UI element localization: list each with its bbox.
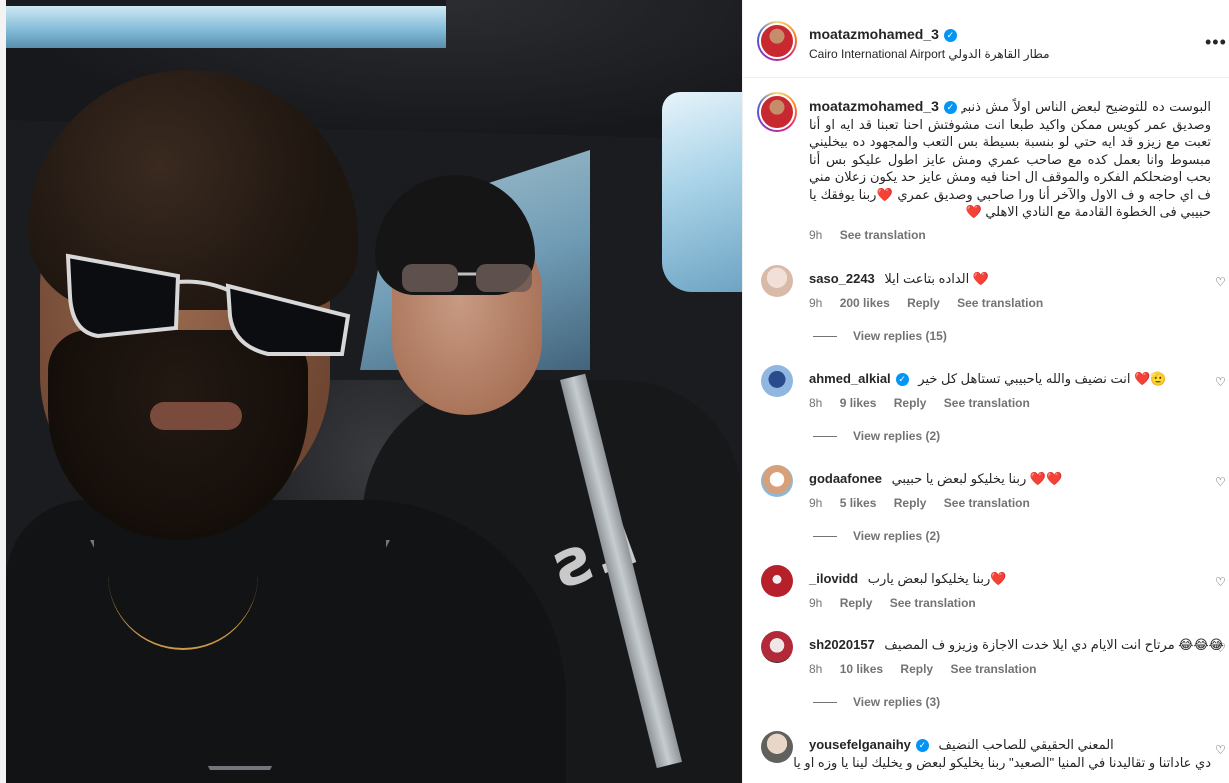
verified-badge-icon: ✓: [943, 28, 957, 42]
post-header: moatazmohamed_3 ✓ Cairo International Air…: [743, 0, 1229, 78]
comment-line: ahmed_alkial ✓ انت نضيف والله ياحبيبي تست…: [809, 371, 1167, 387]
author-username-label[interactable]: moatazmohamed_3: [809, 26, 939, 42]
comment-meta: 9h 200 likes Reply See translation: [809, 296, 1057, 310]
comment-meta: 8h 9 likes Reply See translation: [809, 396, 1044, 410]
comment-meta: 8h 10 likes Reply See translation: [809, 662, 1050, 676]
view-replies-button[interactable]: View replies (15): [813, 329, 947, 343]
caption-username-label[interactable]: moatazmohamed_3: [809, 98, 939, 114]
heart-outline-icon[interactable]: ♡: [1215, 475, 1226, 489]
more-horizontal-icon[interactable]: •••: [1205, 32, 1227, 53]
replies-divider: [813, 436, 837, 438]
comment-likes[interactable]: 200 likes: [840, 296, 890, 310]
comment-reply-button[interactable]: Reply: [907, 296, 940, 310]
comment-likes[interactable]: 10 likes: [840, 662, 883, 676]
comment-text: مرتاح انت الايام دي ايلا خدت الاجازة وزي…: [884, 637, 1224, 652]
heart-outline-icon[interactable]: ♡: [1215, 275, 1226, 289]
caption-see-translation[interactable]: See translation: [840, 228, 926, 242]
comment-see-translation[interactable]: See translation: [890, 596, 976, 610]
comment-reply-button[interactable]: Reply: [840, 596, 873, 610]
view-replies-button[interactable]: View replies (2): [813, 529, 940, 543]
commenter-avatar[interactable]: [761, 265, 793, 297]
caption-body: البوست ده للتوضيح لبعض الناس اولاً مش ذن…: [809, 99, 1211, 219]
comment-username[interactable]: sh2020157: [809, 637, 875, 652]
comment-see-translation[interactable]: See translation: [957, 296, 1043, 310]
comment-line: _ilovidd ربنا يخليكوا لبعض يارب❤️: [809, 571, 1006, 587]
replies-divider: [813, 336, 837, 338]
comment-text: الداده بتاعت ايلا ❤️: [884, 271, 990, 286]
commenter-avatar[interactable]: [761, 565, 793, 597]
comment-text: المعني الحقيقي للصاحب النضيف: [938, 737, 1114, 752]
comment-likes[interactable]: 9 likes: [840, 396, 877, 410]
comment-username[interactable]: _ilovidd: [809, 571, 858, 586]
post-photo[interactable]: ƨ⅃: [0, 0, 742, 783]
comment-likes[interactable]: 5 likes: [840, 496, 877, 510]
caption-text: البوست ده للتوضيح لبعض الناس اولاً مش ذن…: [809, 98, 1211, 221]
verified-badge-icon: ✓: [943, 100, 957, 114]
comment-username[interactable]: godaafonee: [809, 471, 882, 486]
author-avatar[interactable]: [757, 21, 797, 61]
view-replies-label[interactable]: View replies (2): [853, 529, 940, 543]
post-location[interactable]: Cairo International Airport مطار القاهرة…: [809, 47, 1050, 61]
comment-line: godaafonee ربنا يخليكو لبعض يا حبيبي ❤️❤…: [809, 471, 1062, 487]
caption-time: 9h: [809, 228, 823, 242]
person1-sunglasses: [65, 253, 351, 356]
replies-divider: [813, 702, 837, 704]
commenter-avatar[interactable]: [761, 465, 793, 497]
comment-see-translation[interactable]: See translation: [944, 496, 1030, 510]
caption-avatar[interactable]: [757, 92, 797, 132]
caption-meta: 9h See translation: [809, 228, 940, 242]
view-replies-button[interactable]: View replies (3): [813, 695, 940, 709]
commenter-avatar[interactable]: [761, 365, 793, 397]
comment-reply-button[interactable]: Reply: [894, 396, 927, 410]
comment-text: انت نضيف والله ياحبيبي تستاهل كل خير ❤️🫡: [918, 371, 1167, 386]
verified-badge-icon: ✓: [915, 739, 929, 753]
replies-divider: [813, 536, 837, 538]
comment-meta: 9h 5 likes Reply See translation: [809, 496, 1044, 510]
comment-meta: 9h Reply See translation: [809, 596, 990, 610]
comment-text: ربنا يخليكو لبعض يا حبيبي ❤️❤️: [891, 471, 1063, 486]
comment-line: yousefelganaihy ✓ المعني الحقيقي للصاحب ا…: [809, 737, 1114, 753]
heart-outline-icon[interactable]: ♡: [1215, 743, 1226, 757]
comment-username[interactable]: yousefelganaihy: [809, 737, 911, 752]
comment-time: 9h: [809, 496, 823, 510]
car-sunroof: [6, 6, 446, 48]
person2-sunglasses: [402, 264, 532, 292]
comment-time: 9h: [809, 296, 823, 310]
comment-see-translation[interactable]: See translation: [950, 662, 1036, 676]
heart-outline-icon[interactable]: ♡: [1215, 375, 1226, 389]
comment-text-continued: دي عاداتنا و تقاليدنا في المنيا "الصعيد"…: [793, 755, 1211, 770]
commenter-avatar[interactable]: [761, 631, 793, 663]
view-replies-label[interactable]: View replies (2): [853, 429, 940, 443]
person1-lips: [150, 402, 242, 430]
view-replies-label[interactable]: View replies (3): [853, 695, 940, 709]
heart-outline-icon[interactable]: ♡: [1215, 575, 1226, 589]
comment-username[interactable]: ahmed_alkial: [809, 371, 891, 386]
comment-line: saso_2243 الداده بتاعت ايلا ❤️: [809, 271, 989, 287]
view-replies-label[interactable]: View replies (15): [853, 329, 947, 343]
author-username[interactable]: moatazmohamed_3 ✓: [809, 26, 957, 42]
comment-text: ربنا يخليكوا لبعض يارب❤️: [867, 571, 1007, 586]
car-window: [662, 92, 742, 292]
heart-outline-icon[interactable]: ♡: [1215, 641, 1226, 655]
comment-reply-button[interactable]: Reply: [894, 496, 927, 510]
caption-username[interactable]: moatazmohamed_3 ✓: [809, 98, 961, 114]
comment-see-translation[interactable]: See translation: [944, 396, 1030, 410]
comment-username[interactable]: saso_2243: [809, 271, 875, 286]
comment-time: 8h: [809, 396, 823, 410]
comment-reply-button[interactable]: Reply: [900, 662, 933, 676]
verified-badge-icon: ✓: [895, 373, 909, 387]
comment-time: 9h: [809, 596, 823, 610]
comment-time: 8h: [809, 662, 823, 676]
post-side-panel: moatazmohamed_3 ✓ Cairo International Air…: [742, 0, 1229, 783]
comment-line: sh2020157 مرتاح انت الايام دي ايلا خدت ا…: [809, 637, 1224, 653]
view-replies-button[interactable]: View replies (2): [813, 429, 940, 443]
commenter-avatar[interactable]: [761, 731, 793, 763]
